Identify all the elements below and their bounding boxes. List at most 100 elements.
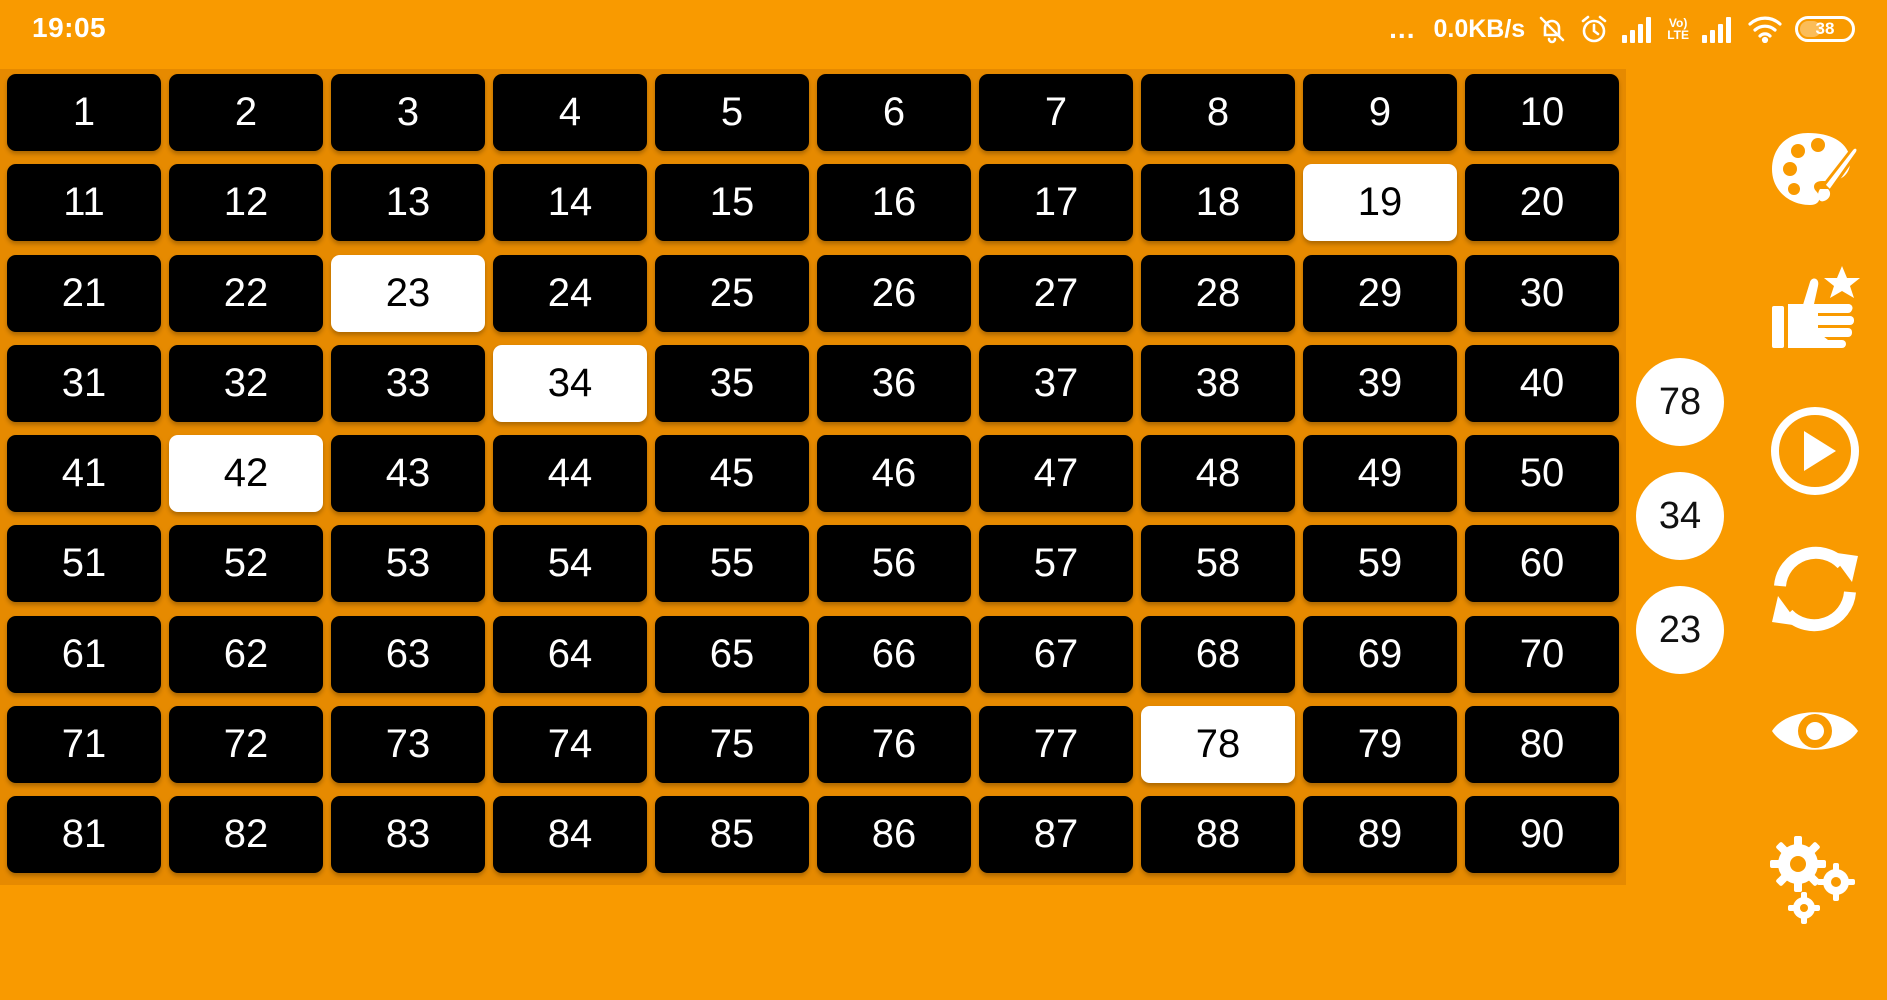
number-cell[interactable]: 59 bbox=[1303, 525, 1457, 603]
number-cell[interactable]: 5 bbox=[655, 74, 809, 151]
number-cell[interactable]: 78 bbox=[1141, 705, 1295, 783]
number-cell[interactable]: 64 bbox=[493, 615, 647, 693]
number-cell[interactable]: 60 bbox=[1465, 525, 1619, 603]
number-cell[interactable]: 29 bbox=[1303, 254, 1457, 332]
number-cell[interactable]: 30 bbox=[1465, 254, 1619, 332]
number-cell[interactable]: 72 bbox=[169, 705, 323, 783]
number-cell[interactable]: 88 bbox=[1141, 796, 1295, 873]
number-cell[interactable]: 80 bbox=[1465, 705, 1619, 783]
number-cell[interactable]: 90 bbox=[1465, 796, 1619, 873]
number-cell[interactable]: 62 bbox=[169, 615, 323, 693]
number-cell[interactable]: 43 bbox=[331, 435, 485, 512]
number-cell[interactable]: 68 bbox=[1141, 615, 1295, 693]
number-cell[interactable]: 48 bbox=[1141, 435, 1295, 512]
number-cell[interactable]: 24 bbox=[493, 254, 647, 332]
number-cell[interactable]: 84 bbox=[493, 796, 647, 873]
number-cell[interactable]: 18 bbox=[1141, 164, 1295, 242]
number-cell[interactable]: 85 bbox=[655, 796, 809, 873]
number-cell[interactable]: 63 bbox=[331, 615, 485, 693]
number-cell[interactable]: 69 bbox=[1303, 615, 1457, 693]
number-cell[interactable]: 16 bbox=[817, 164, 971, 242]
number-cell[interactable]: 42 bbox=[169, 435, 323, 512]
number-cell[interactable]: 4 bbox=[493, 74, 647, 151]
number-cell[interactable]: 44 bbox=[493, 435, 647, 512]
eye-icon bbox=[1772, 712, 1858, 750]
number-cell[interactable]: 13 bbox=[331, 164, 485, 242]
number-cell[interactable]: 65 bbox=[655, 615, 809, 693]
number-cell[interactable]: 46 bbox=[817, 435, 971, 512]
number-cell[interactable]: 9 bbox=[1303, 74, 1457, 151]
settings-button[interactable] bbox=[1766, 828, 1864, 926]
number-cell[interactable]: 37 bbox=[979, 344, 1133, 422]
number-cell[interactable]: 54 bbox=[493, 525, 647, 603]
rate-button[interactable] bbox=[1766, 260, 1864, 358]
number-cell[interactable]: 79 bbox=[1303, 705, 1457, 783]
bingo-screen: 19:05 ... 0.0KB/s Vo) LTE 38 1 2 3 4 5 6… bbox=[0, 0, 1887, 1000]
number-cell[interactable]: 10 bbox=[1465, 74, 1619, 151]
play-button[interactable] bbox=[1766, 402, 1864, 500]
palette-button[interactable] bbox=[1766, 120, 1864, 218]
number-cell[interactable]: 8 bbox=[1141, 74, 1295, 151]
number-cell[interactable]: 61 bbox=[7, 615, 161, 693]
number-cell[interactable]: 20 bbox=[1465, 164, 1619, 242]
number-cell[interactable]: 87 bbox=[979, 796, 1133, 873]
number-cell[interactable]: 19 bbox=[1303, 164, 1457, 242]
number-cell[interactable]: 33 bbox=[331, 344, 485, 422]
refresh-button[interactable] bbox=[1766, 540, 1864, 638]
number-cell[interactable]: 52 bbox=[169, 525, 323, 603]
number-cell[interactable]: 77 bbox=[979, 705, 1133, 783]
number-cell[interactable]: 74 bbox=[493, 705, 647, 783]
drawn-number-ball: 78 bbox=[1636, 358, 1724, 446]
number-cell[interactable]: 51 bbox=[7, 525, 161, 603]
number-cell[interactable]: 71 bbox=[7, 705, 161, 783]
number-cell[interactable]: 34 bbox=[493, 344, 647, 422]
number-cell[interactable]: 53 bbox=[331, 525, 485, 603]
number-cell[interactable]: 14 bbox=[493, 164, 647, 242]
number-cell[interactable]: 23 bbox=[331, 254, 485, 332]
number-cell[interactable]: 58 bbox=[1141, 525, 1295, 603]
number-cell[interactable]: 36 bbox=[817, 344, 971, 422]
number-cell[interactable]: 12 bbox=[169, 164, 323, 242]
number-cell[interactable]: 66 bbox=[817, 615, 971, 693]
number-cell[interactable]: 2 bbox=[169, 74, 323, 151]
number-cell[interactable]: 41 bbox=[7, 435, 161, 512]
number-cell[interactable]: 27 bbox=[979, 254, 1133, 332]
number-cell[interactable]: 22 bbox=[169, 254, 323, 332]
number-cell[interactable]: 26 bbox=[817, 254, 971, 332]
number-cell[interactable]: 83 bbox=[331, 796, 485, 873]
number-cell[interactable]: 86 bbox=[817, 796, 971, 873]
number-cell[interactable]: 11 bbox=[7, 164, 161, 242]
number-cell[interactable]: 21 bbox=[7, 254, 161, 332]
number-cell[interactable]: 6 bbox=[817, 74, 971, 151]
number-cell[interactable]: 25 bbox=[655, 254, 809, 332]
number-cell[interactable]: 75 bbox=[655, 705, 809, 783]
number-cell[interactable]: 1 bbox=[7, 74, 161, 151]
number-cell[interactable]: 70 bbox=[1465, 615, 1619, 693]
number-cell[interactable]: 39 bbox=[1303, 344, 1457, 422]
number-cell[interactable]: 76 bbox=[817, 705, 971, 783]
number-cell[interactable]: 7 bbox=[979, 74, 1133, 151]
number-cell[interactable]: 35 bbox=[655, 344, 809, 422]
number-cell[interactable]: 67 bbox=[979, 615, 1133, 693]
show-button[interactable] bbox=[1766, 682, 1864, 780]
number-cell[interactable]: 57 bbox=[979, 525, 1133, 603]
number-cell[interactable]: 73 bbox=[331, 705, 485, 783]
number-cell[interactable]: 3 bbox=[331, 74, 485, 151]
volte-icon: Vo) LTE bbox=[1667, 16, 1689, 42]
number-cell[interactable]: 40 bbox=[1465, 344, 1619, 422]
number-cell[interactable]: 56 bbox=[817, 525, 971, 603]
number-cell[interactable]: 49 bbox=[1303, 435, 1457, 512]
number-cell[interactable]: 32 bbox=[169, 344, 323, 422]
number-cell[interactable]: 45 bbox=[655, 435, 809, 512]
number-cell[interactable]: 28 bbox=[1141, 254, 1295, 332]
number-cell[interactable]: 81 bbox=[7, 796, 161, 873]
number-cell[interactable]: 17 bbox=[979, 164, 1133, 242]
number-cell[interactable]: 38 bbox=[1141, 344, 1295, 422]
number-cell[interactable]: 47 bbox=[979, 435, 1133, 512]
number-cell[interactable]: 55 bbox=[655, 525, 809, 603]
number-cell[interactable]: 50 bbox=[1465, 435, 1619, 512]
number-cell[interactable]: 31 bbox=[7, 344, 161, 422]
number-cell[interactable]: 82 bbox=[169, 796, 323, 873]
number-cell[interactable]: 89 bbox=[1303, 796, 1457, 873]
number-cell[interactable]: 15 bbox=[655, 164, 809, 242]
